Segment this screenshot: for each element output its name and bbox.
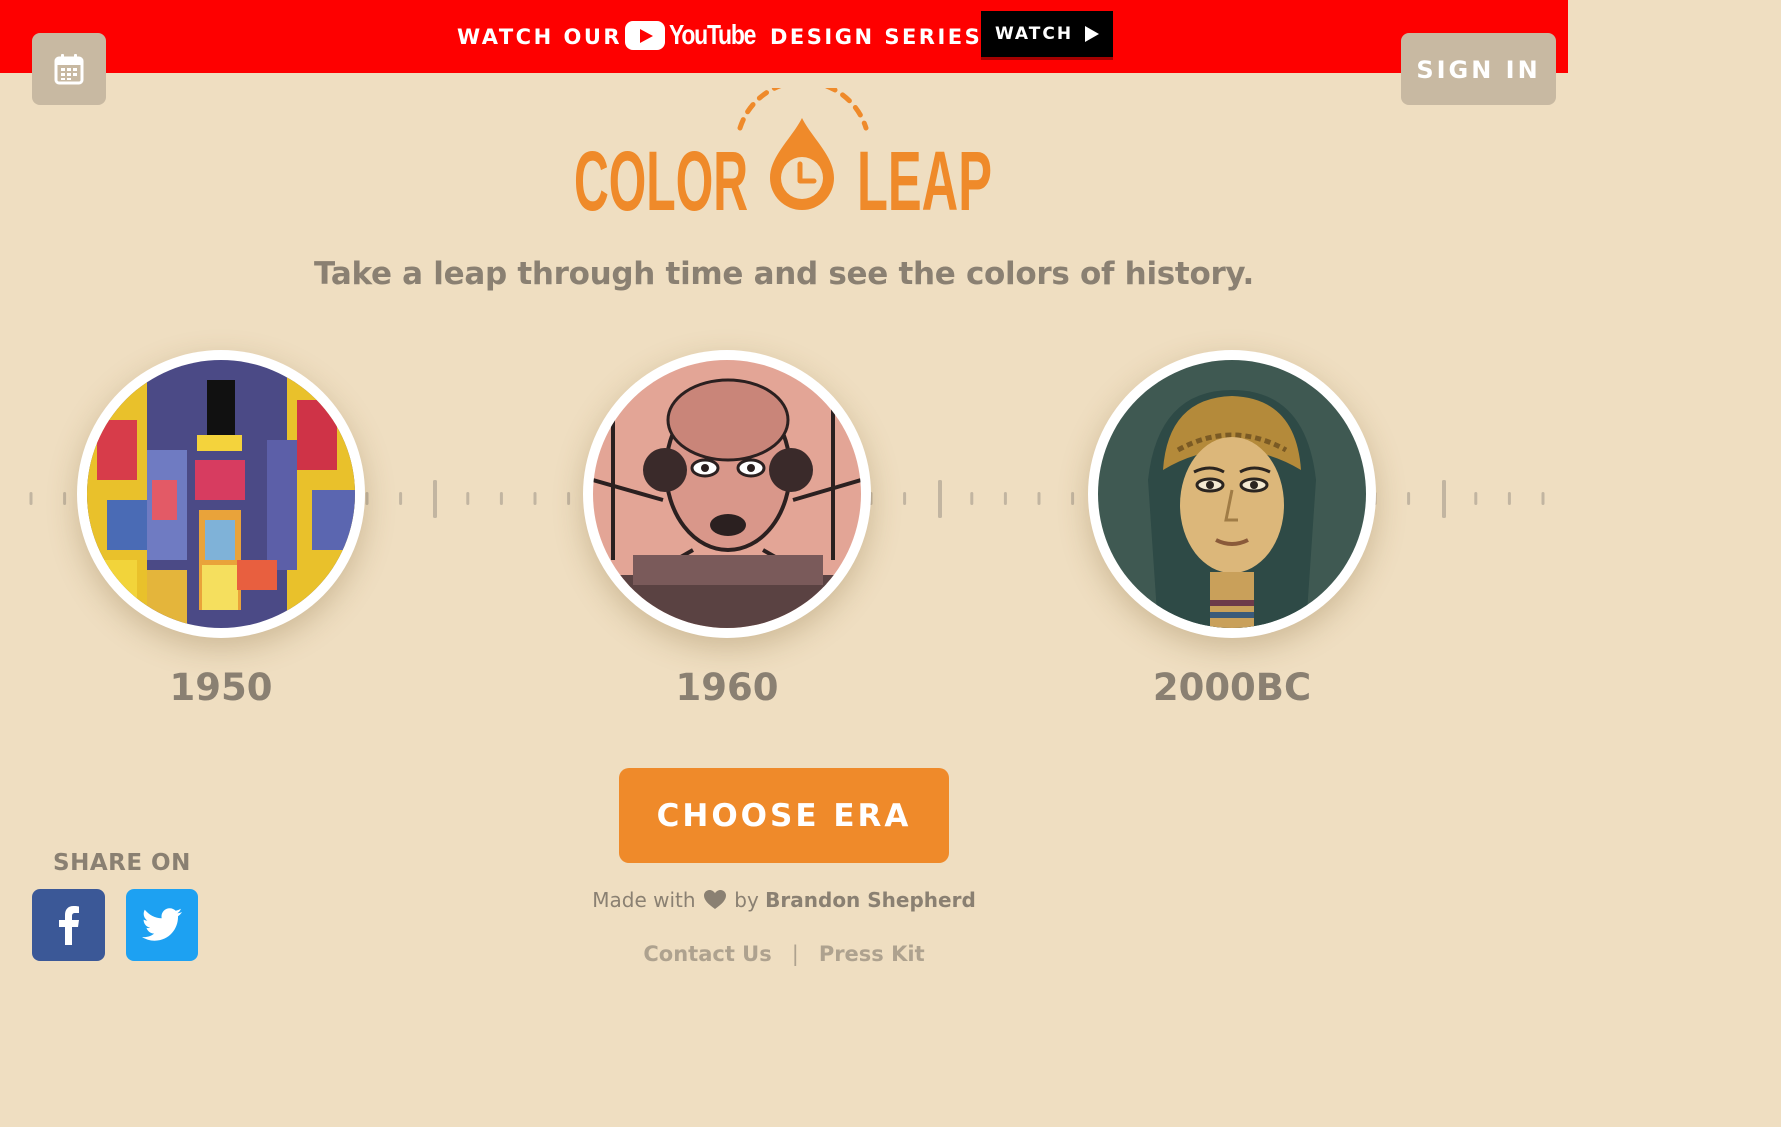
timeline-tick — [29, 492, 33, 505]
drop-clock-icon — [770, 118, 834, 210]
timeline-tick — [1541, 492, 1545, 505]
sign-in-button[interactable]: SIGN IN — [1401, 33, 1556, 105]
footer-separator: | — [791, 942, 799, 966]
logo-word-leap: LEAP — [857, 134, 992, 228]
timeline-tick — [1003, 492, 1007, 505]
timeline-major-tick — [938, 480, 942, 518]
color-leap-logo[interactable]: COLOR LEAP — [560, 79, 1010, 228]
watch-button[interactable]: WATCH — [981, 11, 1113, 60]
banner-prefix: WATCH OUR — [457, 25, 623, 49]
era-image-sci-fi-head — [593, 360, 861, 628]
era-label-1960: 1960 — [675, 666, 779, 709]
press-kit-link[interactable]: Press Kit — [819, 942, 925, 966]
twitter-icon — [142, 908, 182, 941]
era-label-1950: 1950 — [169, 666, 273, 709]
timeline-tick — [567, 492, 571, 505]
credit-connector: by — [734, 888, 759, 912]
youtube-play-icon — [625, 20, 665, 50]
timeline-tick — [365, 492, 369, 505]
youtube-promo-banner[interactable]: WATCH OUR YouTube DESIGN SERIES WATCH — [0, 0, 1568, 73]
era-label-2000bc: 2000BC — [1152, 666, 1312, 709]
credit-line: Made with by Brandon Shepherd — [0, 888, 1568, 912]
contact-us-link[interactable]: Contact Us — [643, 942, 771, 966]
timeline-tick — [533, 492, 537, 505]
calendar-icon — [54, 54, 84, 85]
banner-suffix: DESIGN SERIES — [770, 25, 983, 49]
timeline-tick — [399, 492, 403, 505]
youtube-logo: YouTube — [625, 18, 774, 52]
play-icon — [1085, 26, 1100, 42]
timeline-tick — [1037, 492, 1041, 505]
calendar-button[interactable] — [32, 33, 106, 105]
timeline-tick — [903, 492, 907, 505]
timeline-major-tick — [433, 480, 437, 518]
timeline-tick — [466, 492, 470, 505]
timeline-tick — [63, 492, 67, 505]
timeline-tick — [1407, 492, 1411, 505]
timeline-tick — [970, 492, 974, 505]
era-card-2000bc[interactable] — [1088, 350, 1376, 638]
timeline-major-tick — [1442, 480, 1446, 518]
credit-prefix: Made with — [592, 888, 696, 912]
era-image-times-square — [87, 360, 355, 628]
era-image-egyptian-mask — [1098, 360, 1366, 628]
choose-era-button[interactable]: CHOOSE ERA — [619, 768, 949, 863]
heart-icon — [703, 890, 726, 909]
watch-button-label: WATCH — [994, 24, 1074, 44]
footer-links: Contact Us | Press Kit — [0, 942, 1568, 966]
share-label: SHARE ON — [53, 850, 191, 876]
tagline: Take a leap through time and see the col… — [314, 256, 1254, 292]
credit-author-link[interactable]: Brandon Shepherd — [765, 888, 976, 912]
youtube-wordmark: YouTube — [669, 19, 756, 50]
timeline-tick — [1474, 492, 1478, 505]
era-card-1950[interactable] — [77, 350, 365, 638]
logo-word-color: COLOR — [574, 134, 748, 228]
timeline-tick — [1071, 492, 1075, 505]
era-card-1960[interactable] — [583, 350, 871, 638]
timeline-tick — [499, 492, 503, 505]
timeline-tick — [1507, 492, 1511, 505]
